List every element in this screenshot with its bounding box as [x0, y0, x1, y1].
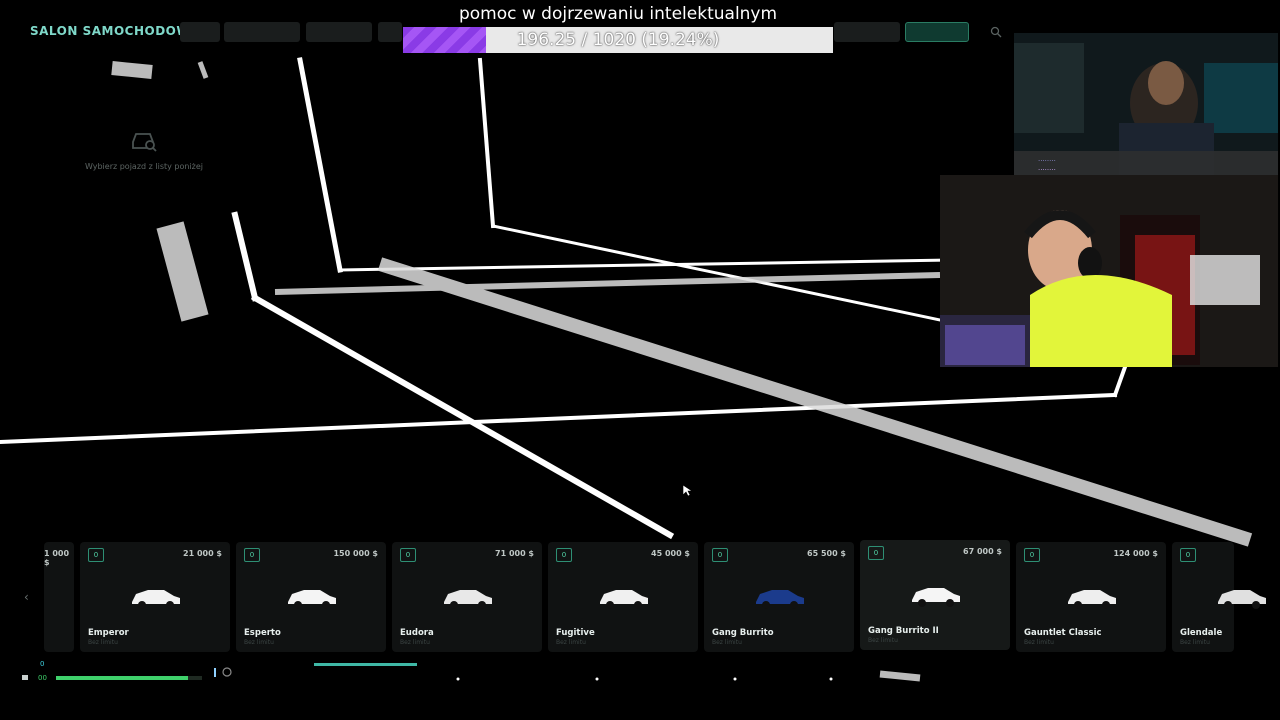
- vehicle-limit-text: Bez limitu: [244, 639, 274, 646]
- vehicle-limit-text: Bez limitu: [868, 637, 898, 644]
- vehicle-limit-text: Bez limitu: [400, 639, 430, 646]
- vehicle-model-image: [132, 590, 180, 609]
- svg-text:........: ........: [1038, 164, 1056, 172]
- vehicle-limit-text: Bez limitu: [1024, 639, 1054, 646]
- vehicle-limit-text: Bez limitu: [88, 639, 118, 646]
- nav-tab-active[interactable]: [905, 22, 969, 42]
- vehicle-name: Eudora: [400, 628, 434, 638]
- vehicle-card[interactable]: 0 150 000 $ Esperto Bez limitu: [236, 542, 386, 652]
- bottom-hud: [22, 663, 833, 681]
- vehicle-price: 1 000 $: [44, 549, 70, 567]
- goal-title: pomoc w dojrzewaniu intelektualnym: [458, 4, 778, 24]
- nav-tab-3[interactable]: [306, 22, 372, 42]
- vehicle-stock-badge: 0: [556, 548, 572, 562]
- nav-tab-5[interactable]: [834, 22, 900, 42]
- goal-progress-text: 196.25 / 1020 (19.24%): [516, 30, 720, 50]
- vehicle-price: 124 000 $: [1113, 549, 1158, 558]
- chevron-left-icon[interactable]: ‹: [24, 590, 29, 604]
- vehicle-price: 67 000 $: [963, 547, 1002, 556]
- vehicle-stock-badge: 0: [400, 548, 416, 562]
- vehicle-stock-badge: 0: [712, 548, 728, 562]
- vehicle-model-image: [288, 590, 336, 609]
- vehicle-limit-text: Bez limitu: [556, 639, 586, 646]
- svg-text:........: ........: [1038, 155, 1056, 163]
- select-vehicle-hint: Wybierz pojazd z listy poniżej: [84, 162, 204, 171]
- vehicle-stock-badge: 0: [88, 548, 104, 562]
- vehicle-model-image: [756, 590, 804, 609]
- nav-tab-2[interactable]: [224, 22, 300, 42]
- vehicle-card[interactable]: 0 Glendale Bez limitu: [1172, 542, 1266, 652]
- vehicle-price: 45 000 $: [651, 549, 690, 558]
- vehicle-model-image: [912, 588, 960, 607]
- vehicle-price: 21 000 $: [183, 549, 222, 558]
- hud-top-value: 0: [40, 660, 45, 668]
- vehicle-price: 71 000 $: [495, 549, 534, 558]
- vehicle-model-image: [1068, 590, 1116, 609]
- nav-tab-4[interactable]: [378, 22, 402, 42]
- vehicle-name: Fugitive: [556, 628, 595, 638]
- vehicle-stock-badge: 0: [1180, 548, 1196, 562]
- car-search-icon: [132, 133, 157, 152]
- vehicle-name: Gauntlet Classic: [1024, 628, 1102, 638]
- hud-bottom-value: 00: [38, 674, 47, 682]
- webcam-main-feed: [940, 175, 1278, 367]
- nav-tab-1[interactable]: [180, 22, 220, 42]
- salon-title: SALON SAMOCHODOWY: [30, 24, 200, 38]
- vehicle-name: Esperto: [244, 628, 281, 638]
- vehicle-price: 150 000 $: [333, 549, 378, 558]
- vehicle-card[interactable]: 0 65 500 $ Gang Burrito Bez limitu: [704, 542, 854, 652]
- goal-progress-bar: 196.25 / 1020 (19.24%): [403, 27, 833, 53]
- vehicle-card[interactable]: 0 71 000 $ Eudora Bez limitu: [392, 542, 542, 652]
- vehicle-card[interactable]: 0 67 000 $ Gang Burrito II Bez limitu: [860, 540, 1010, 650]
- vehicle-name: Gang Burrito II: [868, 626, 939, 636]
- webcam-small-feed: ........ ........: [1014, 33, 1278, 175]
- vehicle-card-partial[interactable]: 1 000 $: [44, 542, 74, 652]
- vehicle-card[interactable]: 0 124 000 $ Gauntlet Classic Bez limitu: [1016, 542, 1166, 652]
- webcam-main: [940, 175, 1278, 367]
- vehicle-limit-text: Bez limitu: [712, 639, 742, 646]
- vehicle-limit-text: Bez limitu: [1180, 639, 1210, 646]
- vehicle-model-image: [444, 590, 492, 609]
- vehicle-name: Gang Burrito: [712, 628, 774, 638]
- vehicle-name: Glendale: [1180, 628, 1223, 638]
- webcam-small: ........ ........: [1014, 33, 1278, 175]
- vehicle-card[interactable]: 0 45 000 $ Fugitive Bez limitu: [548, 542, 698, 652]
- search-icon[interactable]: [990, 26, 1002, 38]
- vehicle-price: 65 500 $: [807, 549, 846, 558]
- vehicle-model-image: [600, 590, 648, 609]
- vehicle-model-image: [1218, 590, 1266, 609]
- vehicle-card[interactable]: 0 21 000 $ Emperor Bez limitu: [80, 542, 230, 652]
- vehicle-stock-badge: 0: [244, 548, 260, 562]
- vehicle-name: Emperor: [88, 628, 129, 638]
- vehicle-stock-badge: 0: [868, 546, 884, 560]
- vehicle-stock-badge: 0: [1024, 548, 1040, 562]
